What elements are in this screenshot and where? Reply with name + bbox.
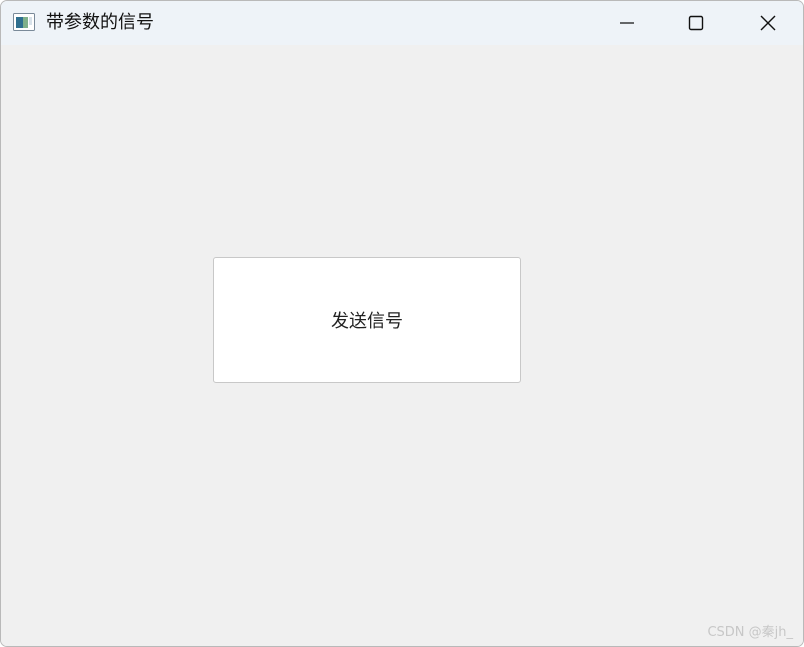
send-signal-label: 发送信号 [331, 311, 403, 332]
app-window: 带参数的信号 发送信号 CSDN @秦jh_ [0, 0, 804, 647]
close-icon [760, 15, 776, 31]
client-area: 发送信号 CSDN @秦jh_ [1, 45, 803, 646]
close-button[interactable] [734, 1, 802, 45]
watermark-text: CSDN @秦jh_ [707, 625, 793, 640]
title-bar[interactable]: 带参数的信号 [1, 1, 803, 45]
window-title: 带参数的信号 [46, 12, 154, 33]
maximize-button[interactable] [662, 1, 730, 45]
maximize-icon [688, 15, 704, 31]
minimize-button[interactable] [593, 1, 661, 45]
send-signal-button[interactable]: 发送信号 [213, 257, 521, 383]
app-window-icon [13, 13, 35, 31]
minimize-icon [620, 22, 634, 24]
